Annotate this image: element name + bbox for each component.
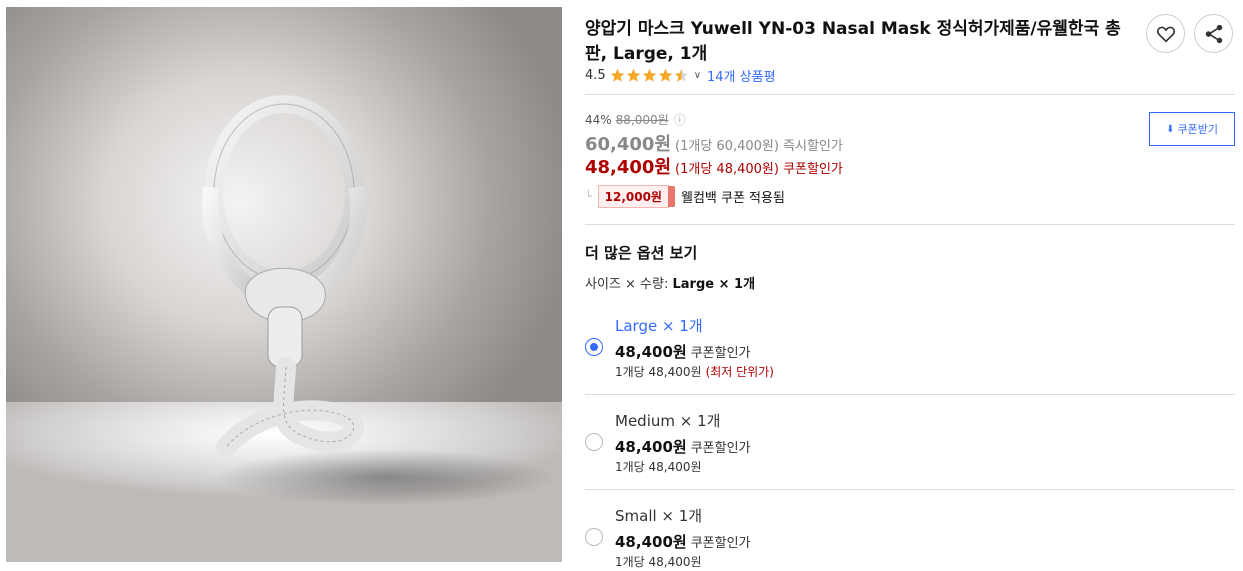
option-item-medium[interactable]: Medium × 1개 48,400원 쿠폰할인가 1개당 48,400원 (585, 407, 1235, 489)
welcome-coupon-amount: 12,000원 (604, 190, 662, 204)
option-price-label: 쿠폰할인가 (690, 441, 751, 456)
option-price-row: 48,400원 쿠폰할인가 (615, 436, 751, 457)
share-button[interactable] (1194, 14, 1233, 53)
discount-percent: 44% (585, 112, 612, 127)
discount-row: 44% 88,000원 ⓘ (585, 111, 686, 128)
badge-notch (667, 186, 675, 207)
nasal-mask-illustration (202, 95, 556, 505)
coupon-price: 48,400원 (585, 157, 672, 178)
option-price: 48,400원 (615, 438, 687, 456)
option-price-label: 쿠폰할인가 (690, 536, 751, 551)
rating-score: 4.5 (585, 67, 606, 83)
download-icon: ⬇ (1166, 123, 1175, 135)
welcome-coupon-row: └ 12,000원 웰컴백 쿠폰 적용됨 (585, 185, 785, 208)
lowest-unit-price-tag: (최저 단위가) (705, 365, 774, 379)
more-options-title: 더 많은 옵션 보기 (585, 244, 698, 262)
option-unit-price-row: 1개당 48,400원 (최저 단위가) (615, 363, 774, 380)
divider (585, 94, 1235, 95)
product-info-panel: 양압기 마스크 Yuwell YN-03 Nasal Mask 정식허가제품/유… (585, 0, 1235, 571)
option-name: Medium × 1개 (615, 412, 721, 430)
option-radio[interactable] (585, 338, 603, 356)
rating-row: 4.5 ∨ 14개 상품평 (585, 66, 776, 85)
option-name: Large × 1개 (615, 317, 703, 335)
divider (585, 224, 1235, 225)
option-summary: 사이즈 × 수량: Large × 1개 (585, 273, 755, 292)
chevron-down-icon[interactable]: ∨ (694, 70, 701, 81)
product-title: 양압기 마스크 Yuwell YN-03 Nasal Mask 정식허가제품/유… (585, 19, 1121, 64)
info-icon[interactable]: ⓘ (674, 111, 686, 128)
option-summary-label: 사이즈 × 수량: (585, 277, 669, 292)
option-name: Small × 1개 (615, 507, 703, 525)
original-price: 88,000원 (615, 113, 669, 127)
product-image (6, 7, 562, 562)
option-price: 48,400원 (615, 343, 687, 361)
coupon-price-row: 48,400원 (1개당 48,400원) 쿠폰할인가 (585, 153, 843, 179)
option-price: 48,400원 (615, 533, 687, 551)
star-icon (610, 68, 688, 82)
instant-price-unit: (1개당 60,400원) 즉시할인가 (675, 139, 843, 154)
option-radio[interactable] (585, 433, 603, 451)
rating-stars[interactable] (610, 68, 690, 83)
coupon-button-label: 쿠폰받기 (1177, 123, 1218, 136)
review-count-link[interactable]: 14개 상품평 (707, 66, 776, 85)
coupon-price-unit: (1개당 48,400원) 쿠폰할인가 (675, 162, 843, 177)
welcome-coupon-text: 웰컴백 쿠폰 적용됨 (680, 191, 785, 206)
favorite-button[interactable] (1146, 14, 1185, 53)
option-price-row: 48,400원 쿠폰할인가 (615, 341, 751, 362)
welcome-coupon-badge: 12,000원 (597, 185, 675, 208)
divider (585, 489, 1235, 490)
option-unit-price: 1개당 48,400원 (615, 365, 702, 379)
divider (585, 394, 1235, 395)
option-unit-price: 1개당 48,400원 (615, 460, 702, 474)
option-item-small[interactable]: Small × 1개 48,400원 쿠폰할인가 1개당 48,400원 (585, 502, 1235, 571)
option-item-large[interactable]: Large × 1개 48,400원 쿠폰할인가 1개당 48,400원 (최저 단… (585, 312, 1235, 394)
option-price-label: 쿠폰할인가 (690, 346, 751, 361)
option-radio[interactable] (585, 528, 603, 546)
download-coupon-button[interactable]: ⬇ 쿠폰받기 (1149, 112, 1235, 146)
share-icon (1205, 24, 1222, 43)
option-unit-price: 1개당 48,400원 (615, 555, 702, 569)
option-price-row: 48,400원 쿠폰할인가 (615, 531, 751, 552)
corner-mark: └ (585, 190, 592, 203)
option-summary-value: Large × 1개 (672, 277, 756, 292)
heart-icon (1156, 26, 1175, 42)
